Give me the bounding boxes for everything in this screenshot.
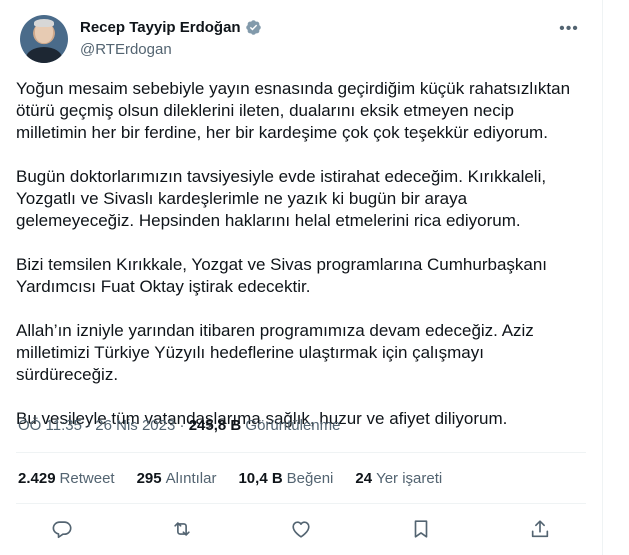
- divider: [16, 452, 586, 453]
- reply-icon[interactable]: [45, 512, 79, 546]
- divider: [16, 503, 586, 504]
- retweet-icon[interactable]: [165, 512, 199, 546]
- tweet-paragraph: Allah’ın izniyle yarından itibaren progr…: [16, 321, 534, 384]
- tweet-meta: ÖÖ 11:35 · 26 Nis 2023 · 245,8 B Görüntü…: [18, 417, 340, 434]
- author-handle[interactable]: @RTErdogan: [80, 41, 172, 58]
- likes-stat[interactable]: 10,4 B Beğeni: [238, 470, 333, 487]
- verified-badge-icon: [245, 19, 262, 36]
- action-bar: [45, 512, 557, 546]
- quotes-stat[interactable]: 295 Alıntılar: [137, 470, 217, 487]
- author-name[interactable]: Recep Tayyip Erdoğan: [80, 19, 241, 36]
- engagement-stats: 2.429 Retweet 295 Alıntılar 10,4 B Beğeni 2…: [18, 470, 442, 487]
- tweet-date[interactable]: 26 Nis 2023: [95, 417, 175, 434]
- tweet-paragraph: Bizi temsilen Kırıkkale, Yozgat ve Sivas…: [16, 255, 548, 296]
- meta-separator: ·: [86, 417, 92, 434]
- tweet-paragraph: Bugün doktorlarımızın tavsiyesiyle evde …: [16, 167, 547, 230]
- tweet-text: Yoğun mesaim sebebiyle yayın esnasında g…: [16, 78, 586, 430]
- retweet-stat[interactable]: 2.429 Retweet: [18, 470, 115, 487]
- share-icon[interactable]: [523, 512, 557, 546]
- tweet-card: Recep Tayyip Erdoğan @RTErdogan ••• Yoğu…: [0, 0, 603, 555]
- author-name-row: Recep Tayyip Erdoğan: [80, 19, 262, 36]
- tweet-time[interactable]: ÖÖ 11:35: [18, 417, 82, 434]
- tweet-header: Recep Tayyip Erdoğan @RTErdogan •••: [16, 0, 586, 68]
- more-options-icon[interactable]: •••: [556, 16, 582, 42]
- views-count: 245,8 B: [188, 417, 242, 434]
- like-icon[interactable]: [284, 512, 318, 546]
- bookmark-icon[interactable]: [404, 512, 438, 546]
- tweet-paragraph: Yoğun mesaim sebebiyle yayın esnasında g…: [16, 79, 571, 142]
- meta-separator: ·: [179, 417, 185, 434]
- bookmarks-stat[interactable]: 24 Yer işareti: [355, 470, 442, 487]
- avatar[interactable]: [20, 15, 68, 63]
- views-label: Görüntülenme: [245, 417, 341, 434]
